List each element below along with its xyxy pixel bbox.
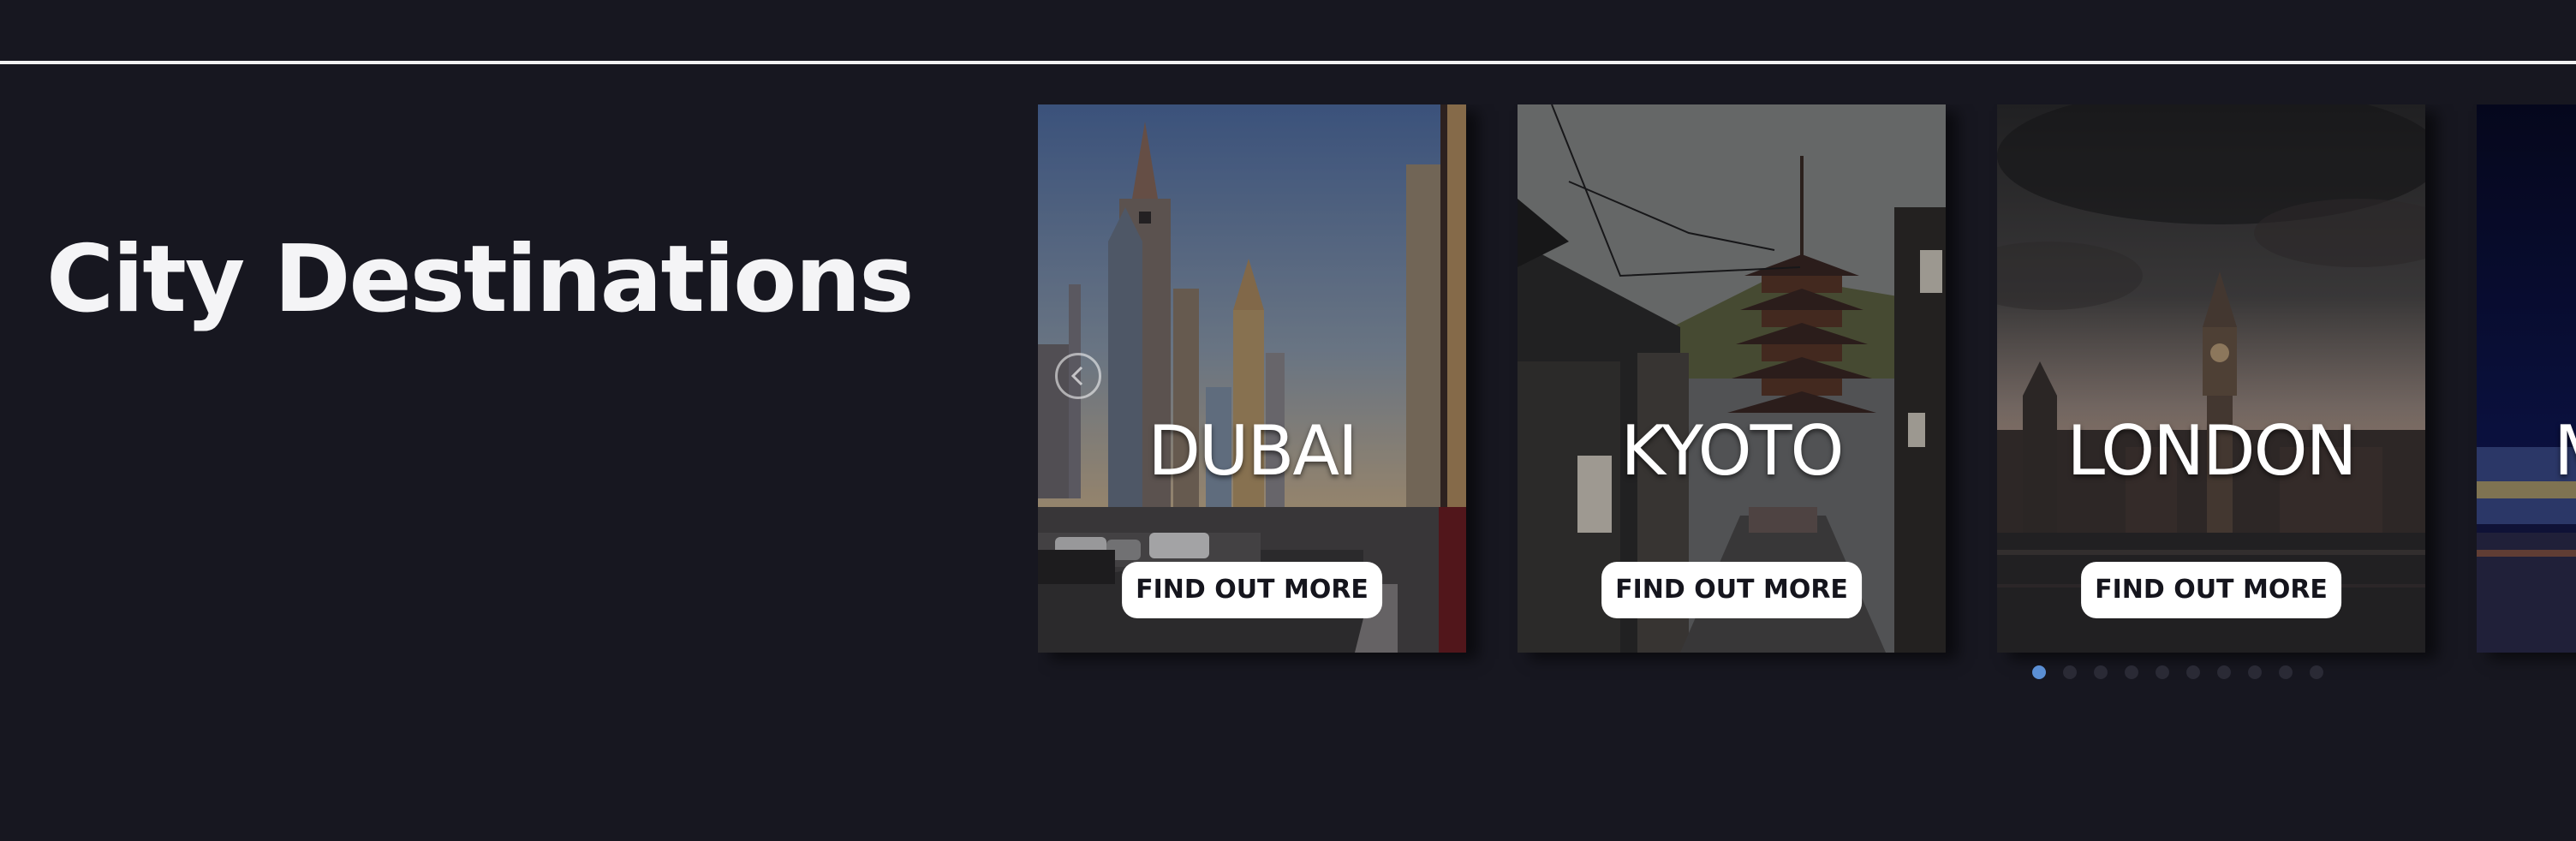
- card-city-name: M: [2554, 413, 2576, 490]
- pagination-dot[interactable]: [2186, 665, 2200, 679]
- find-out-more-button[interactable]: FIND OUT MORE: [1122, 562, 1382, 618]
- pagination-dot[interactable]: [2310, 665, 2323, 679]
- chevron-left-icon: [1070, 366, 1083, 386]
- destination-card-london[interactable]: LONDON FIND OUT MORE: [1997, 104, 2425, 653]
- find-out-more-button[interactable]: FIND OUT MORE: [1601, 562, 1862, 618]
- pagination-dot[interactable]: [2248, 665, 2262, 679]
- pagination-dot[interactable]: [2094, 665, 2108, 679]
- page-title: City Destinations: [46, 226, 915, 333]
- destination-card-dubai[interactable]: DUBAI FIND OUT MORE: [1038, 104, 1466, 653]
- pagination-dot[interactable]: [2279, 665, 2293, 679]
- pagination-dot[interactable]: [2125, 665, 2138, 679]
- pagination-dot[interactable]: [2217, 665, 2231, 679]
- destination-card-kyoto[interactable]: KYOTO FIND OUT MORE: [1518, 104, 1946, 653]
- card-city-name: KYOTO: [1620, 411, 1845, 491]
- destinations-carousel[interactable]: DUBAI FIND OUT MORE KYOTO FIND OUT MORE …: [1038, 104, 2576, 687]
- carousel-pagination: [2032, 665, 2323, 679]
- pagination-dot[interactable]: [2032, 665, 2046, 679]
- photo-overlay: [2477, 104, 2576, 653]
- pagination-dot[interactable]: [2063, 665, 2077, 679]
- header-divider: [0, 61, 2576, 64]
- destination-card-partial[interactable]: M: [2477, 104, 2576, 653]
- find-out-more-button[interactable]: FIND OUT MORE: [2081, 562, 2341, 618]
- card-city-name: DUBAI: [1148, 411, 1357, 491]
- card-city-name: LONDON: [2066, 411, 2358, 491]
- pagination-dot[interactable]: [2156, 665, 2169, 679]
- carousel-prev-button[interactable]: [1055, 353, 1101, 399]
